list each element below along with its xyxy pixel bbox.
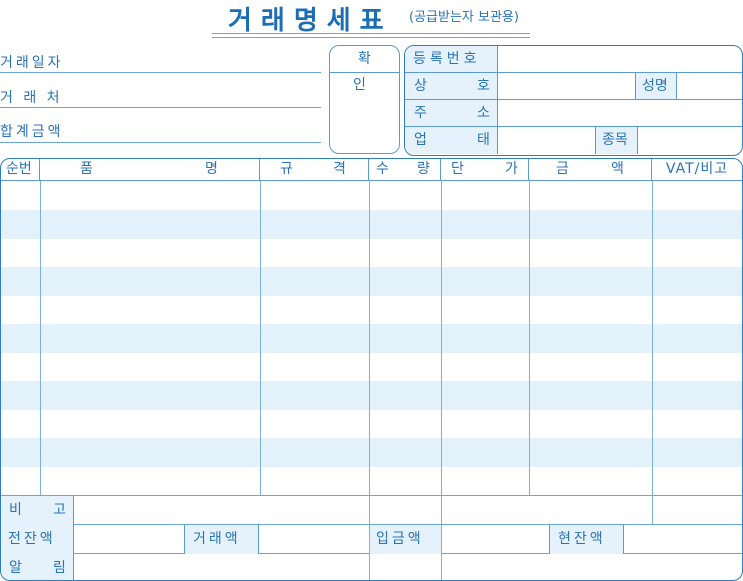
supplier-info-box: 등록번호 상 호 성명 주 소 업 태 종목	[404, 45, 743, 156]
header-seq-label: 순번	[6, 161, 32, 177]
confirm-box: 확 인	[329, 45, 400, 154]
business-row: 업 태 종목	[405, 127, 742, 154]
header-seq: 순번	[1, 159, 40, 181]
confirm-label: 확 인	[330, 46, 399, 93]
trade-amount-field[interactable]	[259, 525, 369, 554]
header-amount-b: 액	[611, 161, 624, 177]
trade-date-field[interactable]	[0, 72, 321, 73]
reg-no-row: 등록번호	[405, 46, 742, 73]
table-header: 순번 품 명 규 격 수 량 단 가 금 액 VAT/비고	[1, 159, 742, 181]
items-table: 순번 품 명 규 격 수 량 단 가 금 액 VAT/비고 비 고 전잔액 거래…	[0, 158, 743, 581]
remarks-field[interactable]	[74, 496, 369, 525]
remarks-label-b: 고	[53, 502, 69, 518]
column-divider	[260, 181, 261, 496]
business-label-b: 태	[477, 132, 490, 148]
remarks-label: 비 고	[1, 496, 74, 525]
column-divider	[652, 181, 653, 525]
document-subtitle: (공급받는자 보관용)	[409, 10, 519, 25]
name-label: 성명	[636, 73, 677, 99]
header-amount: 금 액	[529, 159, 652, 181]
table-row[interactable]	[1, 210, 742, 239]
balance-row: 전잔액 거래액 입금액 현잔액	[1, 525, 742, 554]
header-qty-a: 수	[376, 161, 389, 177]
notice-label-a: 알	[9, 560, 25, 576]
address-label-b: 소	[477, 105, 490, 121]
header-spec-b: 격	[333, 161, 346, 177]
header-item-a: 품	[80, 161, 93, 177]
address-label: 주 소	[405, 100, 498, 126]
header-item-b: 명	[205, 161, 218, 177]
title-underline	[212, 33, 530, 34]
notice-row: 알 림	[1, 554, 742, 580]
header-qty: 수 량	[369, 159, 441, 181]
total-amount-field[interactable]	[0, 142, 321, 143]
remarks-row: 비 고	[1, 496, 742, 525]
notice-label: 알 림	[1, 554, 74, 580]
prev-balance-label: 전잔액	[1, 525, 74, 554]
header-unit-price: 단 가	[441, 159, 529, 181]
notice-label-b: 림	[53, 560, 69, 576]
table-row[interactable]	[1, 296, 742, 325]
header-price-b: 가	[505, 161, 518, 177]
company-field[interactable]	[498, 73, 636, 99]
prev-balance-field[interactable]	[74, 525, 185, 554]
header-spec-a: 규	[280, 161, 293, 177]
business-field[interactable]	[498, 127, 596, 154]
column-divider	[40, 181, 41, 496]
deposit-label: 입금액	[370, 525, 441, 554]
client-field[interactable]	[0, 107, 321, 108]
trade-amount-label: 거래액	[185, 525, 259, 554]
table-row[interactable]	[1, 381, 742, 410]
header-item-name: 품 명	[40, 159, 260, 181]
deposit-field[interactable]	[442, 525, 550, 554]
item-type-label: 종목	[596, 127, 638, 154]
header-spec: 규 격	[260, 159, 369, 181]
total-amount-label: 합계금액	[0, 124, 64, 140]
client-label: 거 래 처	[0, 90, 63, 106]
table-row[interactable]	[1, 438, 742, 467]
item-type-field[interactable]	[638, 127, 742, 154]
notice-field[interactable]	[74, 554, 742, 580]
document-title: 거래명세표	[228, 6, 393, 36]
remarks-label-a: 비	[9, 502, 25, 518]
header-price-a: 단	[451, 161, 464, 177]
table-row[interactable]	[1, 181, 742, 210]
address-row: 주 소	[405, 100, 742, 127]
header-vat: VAT/비고	[665, 161, 729, 177]
table-row[interactable]	[1, 467, 742, 496]
table-row[interactable]	[1, 239, 742, 268]
column-divider	[529, 181, 530, 496]
company-row: 상 호 성명	[405, 73, 742, 100]
header-amount-a: 금	[556, 161, 569, 177]
reg-no-label: 등록번호	[405, 46, 498, 72]
current-balance-field[interactable]	[625, 525, 742, 554]
table-row[interactable]	[1, 324, 742, 353]
title-underline	[212, 37, 530, 38]
address-label-a: 주	[414, 105, 427, 121]
current-balance-label: 현잔액	[550, 525, 624, 554]
trade-date-label: 거래일자	[0, 55, 64, 71]
table-row[interactable]	[1, 410, 742, 439]
company-label-a: 상	[414, 78, 427, 94]
name-field[interactable]	[677, 73, 742, 99]
table-row[interactable]	[1, 353, 742, 382]
business-label-a: 업	[414, 132, 427, 148]
company-label: 상 호	[405, 73, 498, 99]
header-qty-b: 량	[417, 161, 430, 177]
company-label-b: 호	[477, 78, 490, 94]
reg-no-field[interactable]	[498, 46, 742, 72]
table-row[interactable]	[1, 267, 742, 296]
address-field[interactable]	[498, 100, 742, 126]
business-label: 업 태	[405, 127, 498, 154]
